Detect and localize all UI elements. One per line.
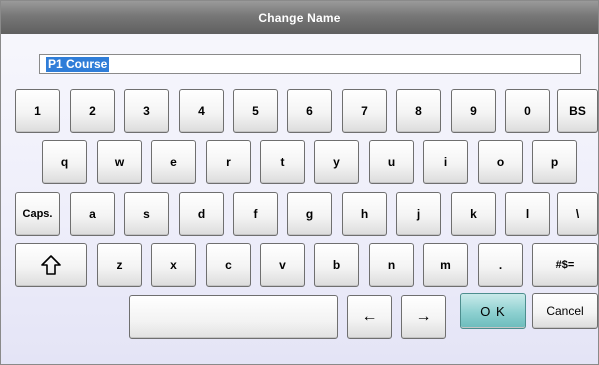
key-r[interactable]: r: [206, 140, 251, 184]
key-d[interactable]: d: [179, 192, 224, 236]
key-t[interactable]: t: [260, 140, 305, 184]
backspace-key[interactable]: BS: [557, 89, 598, 133]
key-5[interactable]: 5: [233, 89, 278, 133]
key-6[interactable]: 6: [287, 89, 332, 133]
key-u[interactable]: u: [369, 140, 414, 184]
key-w[interactable]: w: [97, 140, 142, 184]
dialog-title: Change Name: [1, 1, 598, 34]
key-n[interactable]: n: [369, 243, 414, 287]
key-m[interactable]: m: [423, 243, 468, 287]
cursor-left-key[interactable]: ←: [347, 295, 392, 339]
key-p[interactable]: p: [532, 140, 577, 184]
key-a[interactable]: a: [70, 192, 115, 236]
key-g[interactable]: g: [287, 192, 332, 236]
shift-arrow-icon: [41, 255, 61, 275]
key-l[interactable]: l: [505, 192, 550, 236]
key-f[interactable]: f: [233, 192, 278, 236]
key-period[interactable]: .: [478, 243, 523, 287]
key-7[interactable]: 7: [342, 89, 387, 133]
key-s[interactable]: s: [124, 192, 169, 236]
key-e[interactable]: e: [151, 140, 196, 184]
shift-key[interactable]: [15, 243, 87, 287]
ok-button[interactable]: O K: [460, 293, 526, 329]
key-c[interactable]: c: [206, 243, 251, 287]
key-backslash[interactable]: \: [557, 192, 598, 236]
key-v[interactable]: v: [260, 243, 305, 287]
key-h[interactable]: h: [342, 192, 387, 236]
key-j[interactable]: j: [396, 192, 441, 236]
symbols-key[interactable]: #$=: [532, 243, 598, 287]
key-0[interactable]: 0: [505, 89, 550, 133]
key-3[interactable]: 3: [124, 89, 169, 133]
key-i[interactable]: i: [423, 140, 468, 184]
caps-lock-key[interactable]: Caps.: [15, 192, 60, 236]
name-input[interactable]: P1 Course: [39, 54, 581, 74]
key-y[interactable]: y: [314, 140, 359, 184]
key-8[interactable]: 8: [396, 89, 441, 133]
key-x[interactable]: x: [151, 243, 196, 287]
change-name-dialog: Change Name P1 Course 1 2 3 4 5 6 7 8 9 …: [0, 0, 599, 365]
key-k[interactable]: k: [451, 192, 496, 236]
space-key[interactable]: [129, 295, 338, 339]
key-z[interactable]: z: [97, 243, 142, 287]
key-q[interactable]: q: [42, 140, 87, 184]
name-input-value: P1 Course: [46, 56, 110, 72]
key-4[interactable]: 4: [179, 89, 224, 133]
key-b[interactable]: b: [314, 243, 359, 287]
key-2[interactable]: 2: [70, 89, 115, 133]
cancel-button[interactable]: Cancel: [532, 293, 598, 329]
key-1[interactable]: 1: [15, 89, 60, 133]
cursor-right-key[interactable]: →: [401, 295, 446, 339]
key-9[interactable]: 9: [451, 89, 496, 133]
key-o[interactable]: o: [478, 140, 523, 184]
